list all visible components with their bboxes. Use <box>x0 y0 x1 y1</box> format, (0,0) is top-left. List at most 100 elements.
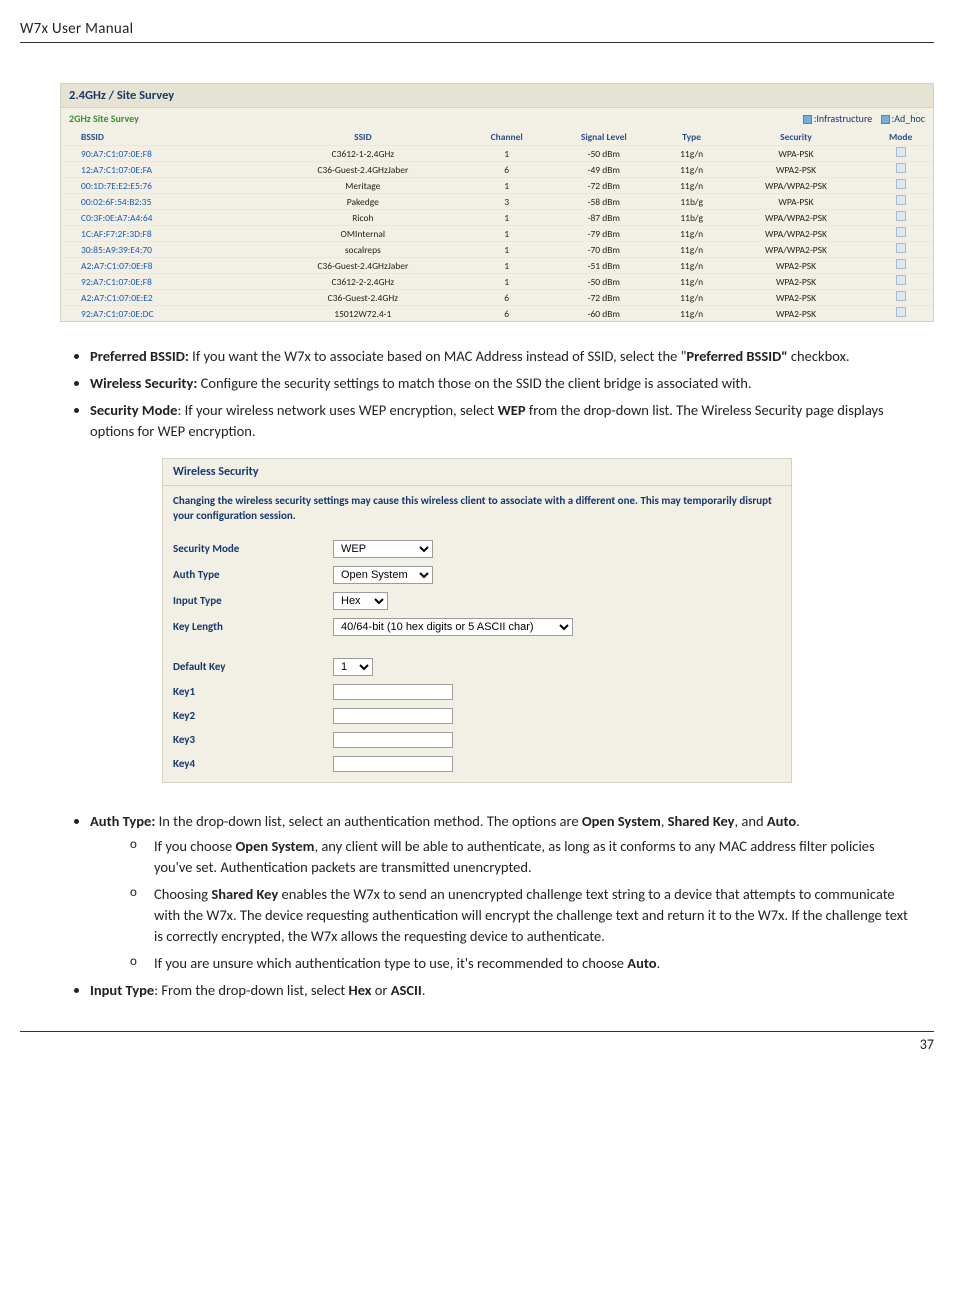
cell-channel: 1 <box>465 178 548 194</box>
table-row: 90:A7:C1:07:0E:F8C3612-1-2.4GHz1-50 dBm1… <box>61 146 933 162</box>
cell-mode <box>868 194 933 210</box>
cell-mode <box>868 306 933 322</box>
cell-channel: 6 <box>465 306 548 322</box>
adhoc-icon <box>881 115 890 124</box>
cell-bssid: 12:A7:C1:07:0E:FA <box>61 162 261 178</box>
mode-icon <box>896 291 906 301</box>
cell-channel: 1 <box>465 210 548 226</box>
row-input-type: Input Type Hex <box>163 588 791 614</box>
table-header-row: BSSID SSID Channel Signal Level Type Sec… <box>61 129 933 146</box>
sub-bullet-list: If you choose Open System, any client wi… <box>130 836 914 974</box>
cell-type: 11b/g <box>659 210 723 226</box>
cell-channel: 6 <box>465 290 548 306</box>
table-row: 92:A7:C1:07:0E:F8C3612-2-2.4GHz1-50 dBm1… <box>61 274 933 290</box>
cell-type: 11b/g <box>659 194 723 210</box>
cell-mode <box>868 162 933 178</box>
cell-channel: 1 <box>465 146 548 162</box>
cell-channel: 1 <box>465 258 548 274</box>
cell-mode <box>868 290 933 306</box>
cell-mode <box>868 242 933 258</box>
cell-signal: -50 dBm <box>548 274 659 290</box>
page-footer: 37 <box>20 1031 934 1053</box>
table-row: A2:A7:C1:07:0E:F8C36-Guest-2.4GHzJaber1-… <box>61 258 933 274</box>
cell-signal: -60 dBm <box>548 306 659 322</box>
cell-signal: -51 dBm <box>548 258 659 274</box>
cell-signal: -72 dBm <box>548 178 659 194</box>
row-key1: Key1 <box>163 680 791 704</box>
cell-ssid: Ricoh <box>261 210 466 226</box>
cell-ssid: C3612-1-2.4GHz <box>261 146 466 162</box>
cell-bssid: 1C:AF:F7:2F:3D:F8 <box>61 226 261 242</box>
key4-input[interactable] <box>333 756 453 772</box>
mode-icon <box>896 163 906 173</box>
table-row: A2:A7:C1:07:0E:E2C36-Guest-2.4GHz6-72 dB… <box>61 290 933 306</box>
row-security-mode: Security Mode WEP <box>163 536 791 562</box>
header-title: W7x User Manual <box>20 20 133 38</box>
cell-signal: -72 dBm <box>548 290 659 306</box>
mode-icon <box>896 227 906 237</box>
cell-channel: 3 <box>465 194 548 210</box>
panel-subtitle: 2GHz Site Survey <box>61 108 147 129</box>
default-key-select[interactable]: 1 <box>333 658 373 676</box>
mode-icon <box>896 259 906 269</box>
cell-security: WPA2-PSK <box>724 290 869 306</box>
row-default-key: Default Key 1 <box>163 654 791 680</box>
col-type: Type <box>659 129 723 146</box>
cell-type: 11g/n <box>659 226 723 242</box>
auth-type-select[interactable]: Open System <box>333 566 433 584</box>
cell-ssid: C36-Guest-2.4GHz <box>261 290 466 306</box>
sub-bullet-shared-key: Choosing Shared Key enables the W7x to s… <box>130 884 914 947</box>
sec-panel-note: Changing the wireless security settings … <box>163 486 791 536</box>
bullet-preferred-bssid: Preferred BSSID: If you want the W7x to … <box>90 346 914 367</box>
cell-bssid: A2:A7:C1:07:0E:E2 <box>61 290 261 306</box>
cell-mode <box>868 226 933 242</box>
table-row: 1C:AF:F7:2F:3D:F8OMInternal1-79 dBm11g/n… <box>61 226 933 242</box>
cell-security: WPA2-PSK <box>724 274 869 290</box>
cell-ssid: socalreps <box>261 242 466 258</box>
cell-ssid: OMInternal <box>261 226 466 242</box>
cell-channel: 1 <box>465 242 548 258</box>
mode-icon <box>896 243 906 253</box>
table-row: 00:1D:7E:E2:E5:76Meritage1-72 dBm11g/nWP… <box>61 178 933 194</box>
cell-bssid: 00:1D:7E:E2:E5:76 <box>61 178 261 194</box>
key3-input[interactable] <box>333 732 453 748</box>
cell-signal: -49 dBm <box>548 162 659 178</box>
cell-type: 11g/n <box>659 290 723 306</box>
cell-bssid: 30:85:A9:39:E4:70 <box>61 242 261 258</box>
cell-ssid: C3612-2-2.4GHz <box>261 274 466 290</box>
bullet-list-1: Preferred BSSID: If you want the W7x to … <box>90 346 914 442</box>
cell-security: WPA2-PSK <box>724 306 869 322</box>
cell-security: WPA/WPA2-PSK <box>724 210 869 226</box>
key-length-select[interactable]: 40/64-bit (10 hex digits or 5 ASCII char… <box>333 618 573 636</box>
input-type-select[interactable]: Hex <box>333 592 388 610</box>
cell-bssid: 00:02:6F:54:B2:35 <box>61 194 261 210</box>
cell-security: WPA/WPA2-PSK <box>724 178 869 194</box>
table-row: C0:3F:0E:A7:A4:64Ricoh1-87 dBm11b/gWPA/W… <box>61 210 933 226</box>
key2-input[interactable] <box>333 708 453 724</box>
page-header: W7x User Manual <box>20 20 934 43</box>
sec-panel-title: Wireless Security <box>163 459 791 486</box>
cell-signal: -79 dBm <box>548 226 659 242</box>
cell-mode <box>868 258 933 274</box>
cell-signal: -70 dBm <box>548 242 659 258</box>
key1-input[interactable] <box>333 684 453 700</box>
mode-icon <box>896 195 906 205</box>
cell-type: 11g/n <box>659 162 723 178</box>
cell-type: 11g/n <box>659 242 723 258</box>
cell-type: 11g/n <box>659 306 723 322</box>
cell-signal: -58 dBm <box>548 194 659 210</box>
mode-icon <box>896 275 906 285</box>
cell-mode <box>868 210 933 226</box>
panel-title: 2.4GHz / Site Survey <box>61 84 933 108</box>
infrastructure-icon <box>803 115 812 124</box>
bullet-list-2: Auth Type: In the drop-down list, select… <box>90 811 914 1001</box>
site-survey-panel: 2.4GHz / Site Survey 2GHz Site Survey :I… <box>60 83 934 322</box>
cell-security: WPA-PSK <box>724 194 869 210</box>
security-mode-select[interactable]: WEP <box>333 540 433 558</box>
cell-bssid: C0:3F:0E:A7:A4:64 <box>61 210 261 226</box>
bullet-input-type: Input Type: From the drop-down list, sel… <box>90 980 914 1001</box>
cell-bssid: 92:A7:C1:07:0E:F8 <box>61 274 261 290</box>
row-key2: Key2 <box>163 704 791 728</box>
cell-mode <box>868 146 933 162</box>
col-security: Security <box>724 129 869 146</box>
